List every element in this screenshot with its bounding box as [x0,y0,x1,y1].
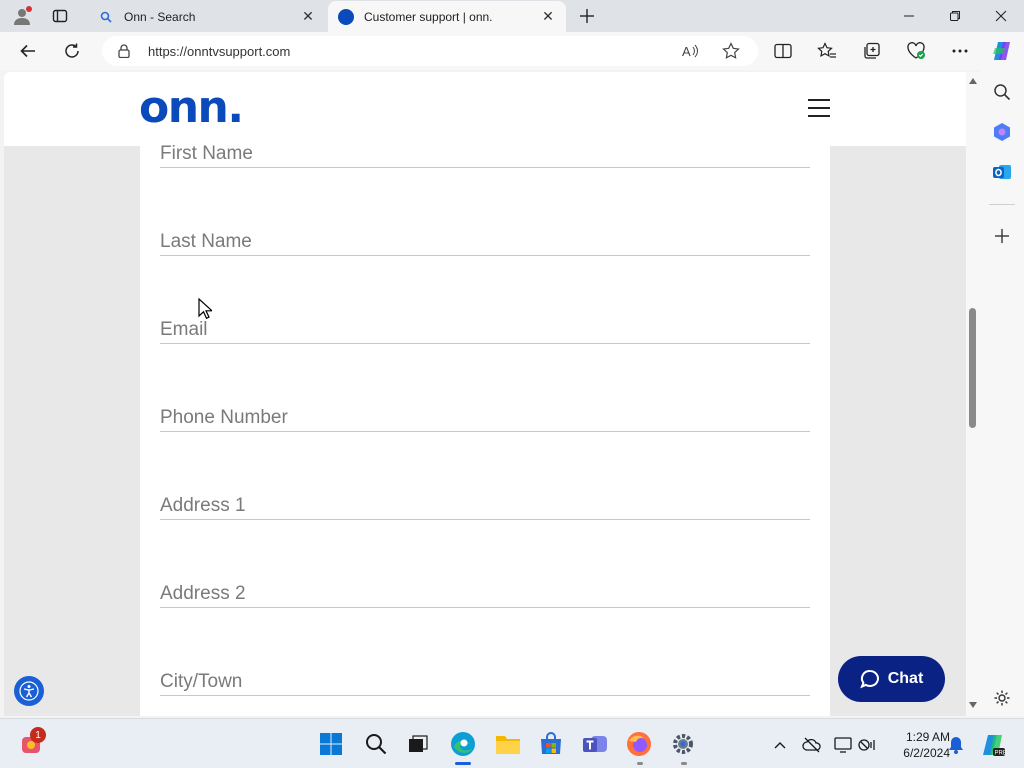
copilot-sidebar-icon[interactable] [990,120,1014,144]
field-placeholder: City/Town [160,671,243,692]
more-options-icon[interactable] [946,37,974,65]
tab-customer-support[interactable]: Customer support | onn. ✕ [328,1,566,32]
hamburger-menu-icon[interactable] [808,99,830,117]
show-hidden-icons-chevron-up-icon[interactable] [770,735,790,755]
microsoft-store-icon[interactable] [536,729,566,759]
scroll-down-arrow-icon[interactable] [968,700,978,710]
search-icon [98,9,114,25]
sidebar-settings-gear-icon[interactable] [990,686,1014,710]
tab-actions-icon[interactable] [48,4,72,28]
lock-icon[interactable] [118,44,134,58]
add-sidebar-app-icon[interactable] [990,224,1014,248]
site-header: onn. [4,72,966,146]
scroll-thumb[interactable] [969,308,976,428]
clock-date: 6/2/2024 [903,746,950,760]
field-placeholder: First Name [160,143,253,164]
onedrive-offline-icon[interactable] [802,735,822,755]
back-arrow-icon[interactable] [14,37,42,65]
new-tab-icon[interactable] [575,4,599,28]
address-1-field[interactable]: Address 1 [160,494,810,520]
sidebar-divider [989,204,1015,205]
field-placeholder: Email [160,319,208,340]
field-placeholder: Address 2 [160,583,246,604]
edge-browser-icon[interactable] [448,729,478,759]
chat-bubble-icon [859,670,879,689]
phone-number-field[interactable]: Phone Number [160,406,810,432]
copilot-icon[interactable] [988,37,1016,65]
page-scrollbar[interactable] [966,72,980,716]
display-icon[interactable] [833,735,853,755]
notification-bell-icon[interactable] [946,735,966,755]
onn-logo[interactable]: onn. [139,82,244,133]
chat-button[interactable]: Chat [838,656,945,702]
copilot-preview-icon[interactable]: PRE [980,732,1006,758]
tab-title: Customer support | onn. [364,9,493,24]
sidebar-search-icon[interactable] [990,80,1014,104]
close-window-icon[interactable] [978,0,1024,32]
address-bar[interactable]: https://onntvsupport.com A [102,36,758,66]
close-tab-icon[interactable]: ✕ [538,7,558,27]
read-aloud-icon[interactable]: A [678,38,704,64]
svg-text:A: A [682,44,691,59]
running-app-indicator [637,762,643,765]
favorite-star-icon[interactable] [718,38,744,64]
file-explorer-icon[interactable] [493,729,523,759]
windows-start-icon[interactable] [316,729,346,759]
settings-gear-icon[interactable] [668,729,698,759]
minimize-icon[interactable] [886,0,932,32]
last-name-field[interactable]: Last Name [160,230,810,256]
field-placeholder: Phone Number [160,407,288,428]
refresh-icon[interactable] [58,37,86,65]
taskbar-search-icon[interactable] [361,729,391,759]
svg-text:PRE: PRE [995,751,1006,757]
profile-icon[interactable] [10,4,34,28]
task-view-icon[interactable] [403,729,433,759]
first-name-field[interactable]: First Name [160,142,810,168]
restore-icon[interactable] [932,0,978,32]
address-2-field[interactable]: Address 2 [160,582,810,608]
notification-badge: 1 [30,727,46,743]
collections-icon[interactable] [858,37,886,65]
page-viewport: onn. First Name Last Name Email Phone Nu… [4,72,966,716]
favorites-icon[interactable] [813,37,841,65]
scroll-up-arrow-icon[interactable] [968,76,978,86]
teams-icon[interactable] [580,729,610,759]
browser-toolbar: https://onntvsupport.com A [0,32,1024,70]
field-placeholder: Last Name [160,231,252,252]
chat-label: Chat [887,670,924,687]
edge-sidebar [980,70,1024,716]
system-clock[interactable]: 1:29 AM 6/2/2024 [884,729,950,761]
running-app-indicator [681,762,687,765]
browser-essentials-icon[interactable] [902,37,930,65]
firefox-icon[interactable] [624,729,654,759]
active-app-indicator [455,762,471,765]
tab-onn-search[interactable]: Onn - Search ✕ [88,1,326,32]
field-placeholder: Address 1 [160,495,246,516]
url-text[interactable]: https://onntvsupport.com [148,44,290,59]
mouse-cursor-icon [198,298,212,320]
close-tab-icon[interactable]: ✕ [298,7,318,27]
outlook-icon[interactable] [990,160,1014,184]
windows-taskbar: 1 1:29 AM 6/2/2024 PRE [0,718,1024,768]
onn-favicon-icon [338,8,354,25]
network-speaker-icon[interactable] [858,735,878,755]
contact-form: First Name Last Name Email Phone Number … [140,143,830,716]
accessibility-icon[interactable] [14,676,44,706]
tab-strip: Onn - Search ✕ Customer support | onn. ✕ [0,0,1024,32]
clock-time: 1:29 AM [905,730,950,744]
tab-title: Onn - Search [124,9,196,24]
city-town-field[interactable]: City/Town [160,670,810,696]
split-screen-icon[interactable] [769,37,797,65]
email-field[interactable]: Email [160,318,810,344]
